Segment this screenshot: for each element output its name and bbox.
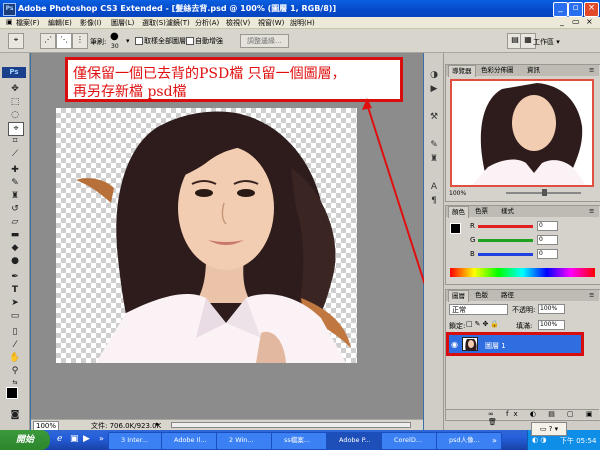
status-menu-arrow-icon[interactable]: ▸: [156, 420, 160, 428]
color-g-slider[interactable]: [478, 239, 533, 242]
tab-color[interactable]: 顏色: [448, 206, 469, 218]
navigator-portrait-thumbnail: [472, 83, 586, 185]
paragraph-icon[interactable]: ¶: [428, 195, 440, 207]
layer-thumbnail: [462, 337, 478, 351]
collapsed-panels-strip: ◑ ▶ ⚒ ✎ ♜ A ¶: [424, 53, 444, 430]
clone-source-icon[interactable]: ♜: [428, 153, 440, 165]
opacity-label: 不透明:: [512, 306, 536, 314]
color-r-slider[interactable]: [478, 225, 533, 228]
layers-footer-icons[interactable]: ∞ fx ◐ ▤ ▢ ▣ 🗑: [446, 409, 599, 426]
tab-histogram[interactable]: 色彩分佈圖: [478, 65, 517, 76]
actions-icon[interactable]: ▶: [428, 83, 440, 95]
quicklaunch-more-icon[interactable]: »: [99, 434, 104, 443]
character-icon[interactable]: A: [428, 181, 440, 193]
taskbar-overflow-icon[interactable]: »: [492, 436, 497, 445]
color-r-value[interactable]: 0: [537, 221, 558, 231]
navigator-panel: 導覽器 色彩分佈圖 資訊 ≡ 100%: [445, 64, 600, 202]
tab-navigator[interactable]: 導覽器: [448, 65, 476, 77]
blend-mode-value: 正常: [452, 306, 466, 314]
status-bar: 100% 文件: 706.0K/923.0K ▸: [31, 419, 423, 431]
navigator-thumbnail[interactable]: [450, 79, 594, 187]
fill-value[interactable]: 100%: [538, 320, 565, 330]
quicklaunch-media-icon[interactable]: ▶: [83, 434, 90, 444]
brushes-icon[interactable]: ✎: [428, 139, 440, 151]
lock-label: 鎖定:: [449, 322, 466, 330]
color-panel: 顏色 色票 樣式 ≡ R 0 G 0 B 0: [445, 205, 600, 285]
color-b-slider[interactable]: [478, 253, 533, 256]
color-panel-menu-icon[interactable]: ≡: [586, 206, 597, 217]
tool-presets-icon[interactable]: ⚒: [428, 111, 440, 123]
navigator-zoom[interactable]: 100%: [449, 190, 466, 197]
color-b-label: B: [470, 250, 475, 258]
color-g-label: G: [470, 236, 476, 244]
tab-swatches[interactable]: 色票: [472, 206, 491, 217]
color-g-value[interactable]: 0: [537, 235, 558, 245]
color-tabs: 顏色 色票 樣式 ≡: [446, 206, 599, 218]
start-button[interactable]: 開始: [0, 430, 50, 450]
fill-label: 填滿:: [516, 322, 533, 330]
system-tray: ▭ ? ▾ ◐ ◑ 下午 05:54: [527, 422, 600, 450]
history-icon[interactable]: ◑: [428, 69, 440, 81]
color-r-label: R: [470, 222, 475, 230]
layers-tabs: 圖層 色版 路徑 ≡: [446, 290, 599, 302]
color-foreground-swatch[interactable]: [450, 223, 461, 234]
color-b-value[interactable]: 0: [537, 249, 558, 259]
layer-name[interactable]: 圖層 1: [485, 341, 506, 351]
lock-options-icon[interactable]: □✎✥🔒: [466, 320, 501, 328]
tab-paths[interactable]: 路徑: [498, 290, 517, 301]
tab-styles[interactable]: 樣式: [498, 206, 517, 217]
color-spectrum-ramp[interactable]: [450, 268, 595, 277]
clock: 下午 05:54: [560, 437, 597, 445]
quicklaunch-ie-icon[interactable]: ℯ: [57, 434, 62, 444]
navigator-tabs: 導覽器 色彩分佈圖 資訊 ≡: [446, 65, 599, 77]
navigator-zoom-thumb[interactable]: [542, 189, 547, 196]
start-label: 開始: [16, 435, 35, 445]
language-bar[interactable]: ▭ ? ▾: [531, 422, 567, 436]
blend-mode-select[interactable]: 正常: [449, 304, 508, 315]
tab-layers[interactable]: 圖層: [448, 290, 469, 302]
panel-menu-icon[interactable]: ≡: [586, 65, 597, 76]
tab-info[interactable]: 資訊: [524, 65, 543, 76]
layer-thumbnail-image: [465, 339, 477, 350]
layer-row-layer-1[interactable]: ◉ 圖層 1: [446, 332, 584, 356]
horizontal-scrollbar[interactable]: [171, 422, 411, 428]
opacity-value[interactable]: 100%: [538, 304, 565, 314]
visibility-eye-icon[interactable]: ◉: [451, 340, 458, 349]
quicklaunch-desktop-icon[interactable]: ▣: [70, 434, 79, 444]
tray-icons[interactable]: ◐ ◑: [532, 436, 546, 444]
layers-panel-menu-icon[interactable]: ≡: [586, 290, 597, 301]
tab-channels[interactable]: 色版: [472, 290, 491, 301]
